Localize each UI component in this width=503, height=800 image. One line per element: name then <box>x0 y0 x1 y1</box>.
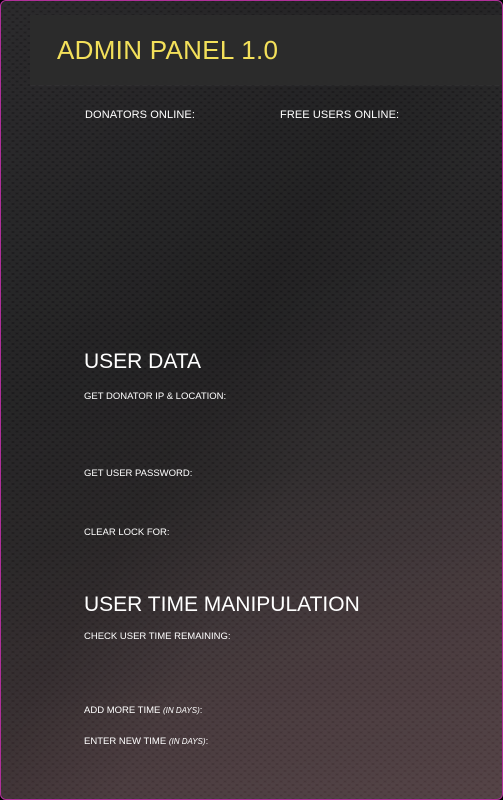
donators-online-label: DONATORS ONLINE: <box>85 109 195 121</box>
add-more-time-label: ADD MORE TIME (IN DAYS): <box>84 705 202 716</box>
enter-new-time-unit: (IN DAYS) <box>168 737 206 746</box>
enter-new-time-colon: : <box>205 736 209 747</box>
free-users-online-label: FREE USERS ONLINE: <box>280 109 400 121</box>
user-data-heading: USER DATA <box>84 350 202 373</box>
enter-new-time-text: ENTER NEW TIME <box>84 736 169 747</box>
user-time-manipulation-heading: USER TIME MANIPULATION <box>84 593 360 616</box>
add-more-time-colon: : <box>199 705 203 716</box>
add-more-time-text: ADD MORE TIME <box>84 705 163 716</box>
get-user-password-label: GET USER PASSWORD: <box>84 468 193 479</box>
add-more-time-unit: (IN DAYS) <box>163 706 200 715</box>
clear-lock-label: CLEAR LOCK FOR: <box>84 527 170 538</box>
header-bar: ADMIN PANEL 1.0 <box>30 15 502 85</box>
background-shade <box>1 1 502 799</box>
get-donator-ip-label: GET DONATOR IP & LOCATION: <box>84 391 227 402</box>
check-user-time-label: CHECK USER TIME REMAINING: <box>84 631 231 642</box>
enter-new-time-label: ENTER NEW TIME (IN DAYS): <box>84 736 208 747</box>
page-title: ADMIN PANEL 1.0 <box>57 35 279 65</box>
admin-panel-window: ADMIN PANEL 1.0 DONATORS ONLINE: FREE US… <box>0 0 503 800</box>
